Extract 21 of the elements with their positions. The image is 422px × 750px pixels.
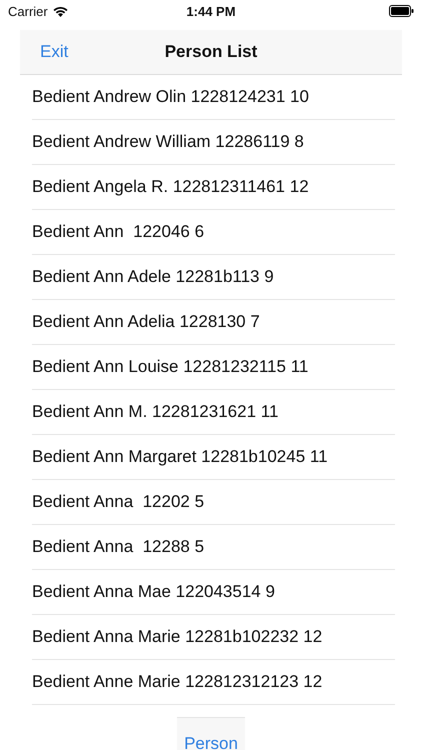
nav-title: Person List: [164, 42, 258, 62]
person-row[interactable]: Bedient Ann Adelia 1228130 7: [32, 300, 395, 345]
person-row[interactable]: Bedient Ann Margaret 12281b10245 11: [32, 435, 395, 480]
person-row[interactable]: Bedient Anna Marie 12281b102232 12: [32, 615, 395, 660]
person-row[interactable]: Bedient Ann Adele 12281b113 9: [32, 255, 395, 300]
clock-time: 1:44 PM: [186, 4, 236, 18]
battery-icon: [389, 5, 414, 17]
person-row[interactable]: Bedient Angela R. 122812311461 12: [32, 165, 395, 210]
person-row[interactable]: Bedient Andrew William 12286119 8: [32, 120, 395, 165]
person-row[interactable]: Bedient Anna 12202 5: [32, 480, 395, 525]
person-row[interactable]: Bedient Ann Louise 12281232115 11: [32, 345, 395, 390]
person-row[interactable]: Bedient Anna Mae 122043514 9: [32, 570, 395, 615]
person-row[interactable]: Bedient Andrew Olin 1228124231 10: [32, 75, 395, 120]
person-row[interactable]: Bedient Anna 12288 5: [32, 525, 395, 570]
person-row[interactable]: Bedient Ann M. 12281231621 11: [32, 390, 395, 435]
person-button[interactable]: Person: [177, 717, 245, 750]
person-row[interactable]: Bedient Anne Marie 122812312123 12: [32, 660, 395, 705]
exit-button[interactable]: Exit: [40, 42, 68, 62]
wifi-icon: [52, 6, 68, 16]
carrier-label: Carrier: [8, 4, 48, 18]
person-row[interactable]: Bedient Ann 122046 6: [32, 210, 395, 255]
